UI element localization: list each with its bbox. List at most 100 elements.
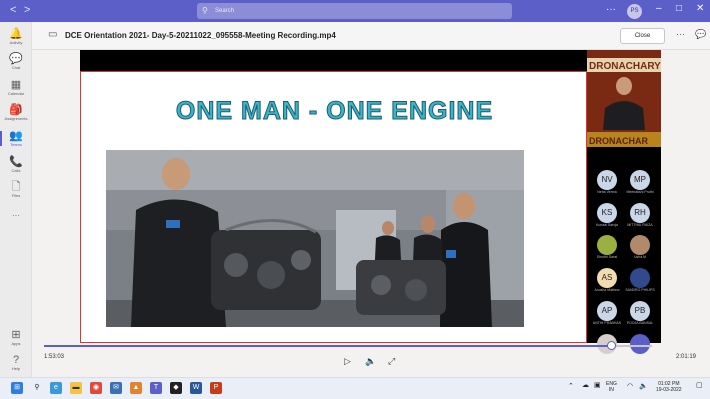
engine-assembly-image [106, 150, 524, 327]
rail-item-label: Files [11, 193, 21, 198]
apps-icon: ⊞ [11, 329, 21, 341]
chrome-icon[interactable]: ◉ [90, 382, 102, 394]
participant-tile[interactable]: AS Anusha Mathew [594, 268, 620, 293]
seek-progress [44, 345, 611, 347]
rail-item-label: Teams [10, 142, 22, 147]
participant-tile[interactable]: Shruthi Sarat [595, 235, 619, 260]
file-explorer-icon[interactable]: ▬ [70, 382, 82, 394]
participant-name: SANDRO PHILIPS [625, 288, 655, 292]
rail-item-more[interactable]: ··· [0, 210, 32, 222]
phone-icon: 📞 [9, 156, 23, 168]
participant-tile[interactable]: AP ANTHI PRABHAS [593, 301, 621, 326]
participant-photo [630, 235, 650, 255]
user-avatar[interactable]: PS [627, 4, 642, 19]
slide-title: ONE MAN - ONE ENGINE [175, 97, 494, 126]
participant-avatar: NV [597, 170, 617, 190]
rail-item-label: Help [11, 366, 21, 371]
teams-icon: 👥 [9, 130, 23, 142]
participant-tile[interactable]: SANDRO PHILIPS [625, 268, 655, 293]
windows-start-icon[interactable]: ⊞ [11, 382, 23, 394]
rail-item-apps[interactable]: ⊞ Apps [0, 329, 32, 346]
participant-name: Anusha Mathew [594, 288, 620, 292]
rail-item-calls[interactable]: 📞 Calls [0, 156, 32, 173]
rail-item-files[interactable]: 🗋 Files [0, 181, 32, 198]
more-options-icon[interactable]: ··· [676, 29, 685, 39]
fullscreen-icon[interactable]: ⤢ [388, 356, 395, 367]
rail-item-calendar[interactable]: ▦ Calendar [0, 79, 32, 96]
volume-icon[interactable]: 🔈 [639, 383, 648, 390]
seek-thumb[interactable] [606, 341, 616, 350]
participant-tile[interactable]: RH MITTHAI RAIZA [627, 203, 653, 228]
file-header: ▭ DCE Orientation 2021- Day-5-20211022_0… [32, 22, 710, 50]
participant-tile[interactable]: PB POOJA BANSAL [627, 301, 653, 326]
participant-avatar: KS [597, 203, 617, 223]
matlab-icon[interactable]: ▲ [130, 382, 142, 394]
clock[interactable]: 01:02 PM 19-03-2022 [656, 381, 682, 393]
participant-name: Shruthi Sarat [596, 255, 618, 259]
factory-photo [106, 150, 524, 327]
rail-item-label: Assignments [4, 116, 28, 121]
tray-chevron-icon[interactable]: ⌃ [568, 383, 574, 390]
powerpoint-icon[interactable]: P [210, 382, 222, 394]
help-icon: ? [12, 354, 20, 366]
participant-name: POOJA BANSAL [626, 321, 654, 325]
rail-item-help[interactable]: ? Help [0, 354, 32, 371]
participants-panel: DRONACHARY DRONACHAR NV Neha Verma MP Me… [587, 50, 661, 354]
participant-photo [630, 268, 650, 288]
participant-name: Meenakshi Pruthi [626, 190, 654, 194]
camera-icon[interactable]: ▣ [594, 382, 601, 389]
participant-tile[interactable]: MP Meenakshi Pruthi [626, 170, 654, 195]
presenter-video-image: DRONACHARY DRONACHAR [587, 50, 661, 147]
participant-name: ANTHI PRABHAS [592, 321, 622, 325]
maximize-button[interactable]: □ [676, 3, 682, 14]
participant-name: Neha Verma [597, 190, 617, 194]
rail-item-label: Apps [11, 341, 21, 346]
more-icon: ··· [12, 211, 20, 220]
back-arrow-icon[interactable]: < [10, 4, 16, 16]
search-placeholder: Search [215, 8, 235, 14]
file-icon: 🗋 [11, 181, 21, 193]
wifi-icon[interactable]: ◠ [627, 383, 633, 390]
chat-icon[interactable]: 💬 [695, 29, 706, 40]
rail-item-teams[interactable]: 👥 Teams [0, 130, 32, 147]
notifications-icon[interactable]: ▢ [696, 382, 703, 389]
play-icon[interactable]: ▷ [344, 356, 351, 367]
chat-icon: 💬 [9, 53, 23, 65]
participant-tile[interactable]: KS Kunaal Saroja [595, 203, 619, 228]
presentation-slide: ONE MAN - ONE ENGINE [80, 71, 587, 343]
participant-tile[interactable]: Usha M [628, 235, 652, 260]
more-options-button[interactable]: ··· [606, 4, 616, 15]
rail-item-label: Calendar [7, 91, 25, 96]
svg-text:DRONACHAR: DRONACHAR [589, 136, 648, 146]
teams-icon[interactable]: T [150, 382, 162, 394]
cloud-icon[interactable]: ☁ [582, 382, 589, 389]
edge-icon[interactable]: e [50, 382, 62, 394]
close-window-button[interactable]: ✕ [696, 3, 704, 14]
forward-arrow-icon[interactable]: > [24, 4, 30, 16]
rail-item-chat[interactable]: 💬 Chat [0, 53, 32, 70]
file-title: DCE Orientation 2021- Day-5-20211022_095… [65, 31, 336, 40]
search-icon[interactable]: ⚲ [31, 382, 43, 394]
outlook-icon[interactable]: ✉ [110, 382, 122, 394]
app-icon[interactable]: ◆ [170, 382, 182, 394]
total-time: 2:01:19 [676, 354, 697, 360]
video-player[interactable]: ONE MAN - ONE ENGINE DRONACHARY DRONACHA… [80, 50, 661, 354]
participant-avatar: MP [630, 170, 650, 190]
title-bar: < > ⚲ Search ··· PS – □ ✕ [0, 0, 710, 22]
participant-tile[interactable]: NV Neha Verma [595, 170, 619, 195]
rail-item-label: Calls [11, 168, 21, 173]
rail-item-activity[interactable]: 🔔 Activity [0, 28, 32, 45]
assignments-icon: 🎒 [9, 104, 23, 116]
minimize-button[interactable]: – [656, 3, 662, 14]
rail-item-assignments[interactable]: 🎒 Assignments [0, 104, 32, 121]
participant-name: Usha M [633, 255, 647, 259]
participant-name: Kunaal Saroja [596, 223, 618, 227]
close-button[interactable]: Close [620, 28, 665, 44]
language-indicator[interactable]: ENG IN [606, 381, 617, 393]
participant-avatar: AP [597, 301, 617, 321]
word-icon[interactable]: W [190, 382, 202, 394]
search-input[interactable]: ⚲ Search [197, 3, 512, 19]
volume-icon[interactable]: 🔈 [365, 356, 376, 367]
seek-bar[interactable] [44, 341, 658, 350]
rail-item-label: Activity [9, 40, 23, 45]
